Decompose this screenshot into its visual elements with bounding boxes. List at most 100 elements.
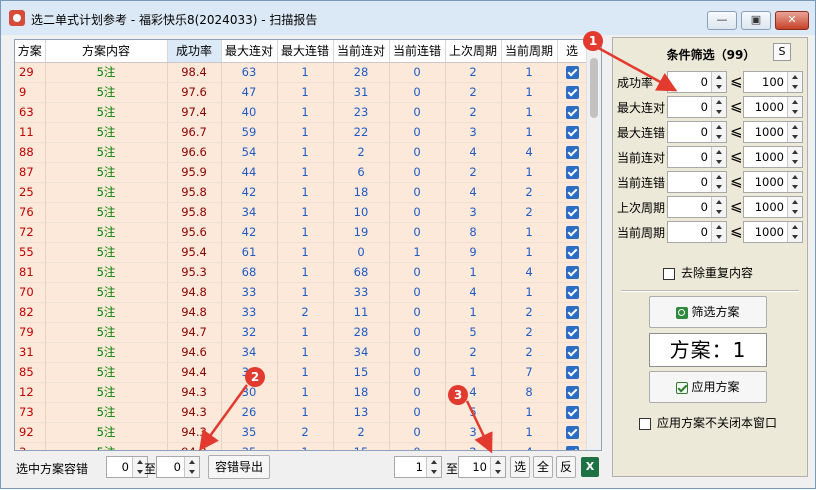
spin-arrows-icon[interactable] (711, 172, 726, 192)
table-row[interactable]: 25 5注 95.8 42 1 18 0 4 2 (15, 182, 588, 203)
column-header[interactable]: 当前连对 (333, 40, 390, 63)
row-select-checkbox[interactable] (557, 62, 588, 83)
column-header[interactable]: 最大连对 (221, 40, 278, 63)
checkbox-icon[interactable] (663, 267, 675, 280)
row-select-checkbox[interactable] (557, 122, 588, 143)
spin-arrows-icon[interactable] (184, 457, 199, 477)
checkbox-checked-icon[interactable] (565, 406, 579, 419)
filter-min-stepper[interactable]: 0 (667, 96, 727, 118)
row-select-checkbox[interactable] (557, 242, 588, 263)
filter-max-stepper[interactable]: 1000 (743, 221, 803, 243)
table-row[interactable]: 87 5注 95.9 44 1 6 0 2 1 (15, 162, 588, 183)
filter-min-stepper[interactable]: 0 (667, 196, 727, 218)
export-tolerance-button[interactable]: 容错导出 (208, 455, 270, 479)
filter-min-stepper[interactable]: 0 (667, 71, 727, 93)
checkbox-icon[interactable] (639, 417, 651, 430)
row-select-checkbox[interactable] (557, 302, 588, 323)
row-select-checkbox[interactable] (557, 422, 588, 443)
checkbox-checked-icon[interactable] (565, 226, 579, 239)
table-row[interactable]: 35注94.235115024 (15, 442, 588, 450)
checkbox-checked-icon[interactable] (565, 86, 579, 99)
table-row[interactable]: 88 5注 96.6 54 1 2 0 4 4 (15, 142, 588, 163)
select-button[interactable]: 选 (510, 456, 530, 478)
table-row[interactable]: 855注94.434115017 (15, 362, 588, 383)
checkbox-checked-icon[interactable] (565, 66, 579, 79)
range-from-stepper[interactable]: 1 (394, 456, 442, 478)
filter-max-stepper[interactable]: 1000 (743, 171, 803, 193)
row-select-checkbox[interactable] (557, 222, 588, 243)
title-bar[interactable]: 选二单式计划参考 - 福彩快乐8(2024033) - 扫描报告 — ▣ ✕ (1, 1, 815, 35)
column-header[interactable]: 方案 (15, 40, 46, 63)
checkbox-checked-icon[interactable] (565, 326, 579, 339)
table-row[interactable]: 12 5注 94.3 30 1 18 0 4 8 (15, 382, 588, 403)
checkbox-checked-icon[interactable] (565, 446, 579, 450)
spin-arrows-icon[interactable] (711, 222, 726, 242)
table-row[interactable]: 31 5注 94.6 34 1 34 0 2 2 (15, 342, 588, 363)
filter-max-stepper[interactable]: 1000 (743, 96, 803, 118)
checkbox-checked-icon[interactable] (565, 366, 579, 379)
checkbox-checked-icon[interactable] (565, 426, 579, 439)
checkbox-checked-icon[interactable] (565, 266, 579, 279)
dedupe-checkbox[interactable]: 去除重复内容 (663, 264, 753, 281)
checkbox-checked-icon[interactable] (565, 106, 579, 119)
invert-selection-button[interactable]: 反 (556, 456, 576, 478)
column-header[interactable]: 方案内容 (45, 40, 168, 63)
table-row[interactable]: 9 5注 97.6 47 1 31 0 2 1 (15, 82, 588, 103)
spin-arrows-icon[interactable] (426, 457, 441, 477)
checkbox-checked-icon[interactable] (565, 126, 579, 139)
checkbox-checked-icon[interactable] (565, 346, 579, 359)
table-row[interactable]: 72 5注 95.6 42 1 19 0 8 1 (15, 222, 588, 243)
filter-min-stepper[interactable]: 0 (667, 221, 727, 243)
tolerance-to-stepper[interactable]: 0 (156, 456, 200, 478)
row-select-checkbox[interactable] (557, 142, 588, 163)
table-row[interactable]: 79 5注 94.7 32 1 28 0 5 2 (15, 322, 588, 343)
table-row[interactable]: 63 5注 97.4 40 1 23 0 2 1 (15, 102, 588, 123)
checkbox-checked-icon[interactable] (565, 246, 579, 259)
column-header[interactable]: 当前周期 (501, 40, 558, 63)
spin-arrows-icon[interactable] (711, 72, 726, 92)
table-row[interactable]: 82 5注 94.8 33 2 11 0 1 2 (15, 302, 588, 323)
row-select-checkbox[interactable] (557, 322, 588, 343)
column-header[interactable]: 上次周期 (445, 40, 502, 63)
filter-max-stepper[interactable]: 1000 (743, 196, 803, 218)
minimize-button[interactable]: — (707, 11, 737, 30)
column-header[interactable]: 最大连错 (277, 40, 334, 63)
row-select-checkbox[interactable] (557, 282, 588, 303)
checkbox-checked-icon[interactable] (565, 306, 579, 319)
row-select-checkbox[interactable] (557, 202, 588, 223)
row-select-checkbox[interactable] (557, 442, 588, 450)
table-row[interactable]: 70 5注 94.8 33 1 33 0 4 1 (15, 282, 588, 303)
spin-arrows-icon[interactable] (787, 122, 802, 142)
filter-max-stepper[interactable]: 100 (743, 71, 803, 93)
table-row[interactable]: 81 5注 95.3 68 1 68 0 1 4 (15, 262, 588, 283)
spin-arrows-icon[interactable] (787, 222, 802, 242)
row-select-checkbox[interactable] (557, 82, 588, 103)
table-row[interactable]: 55 5注 95.4 61 1 0 1 9 1 (15, 242, 588, 263)
scrollbar-thumb[interactable] (590, 58, 598, 118)
filter-min-stepper[interactable]: 0 (667, 171, 727, 193)
spin-arrows-icon[interactable] (490, 457, 505, 477)
s-button[interactable]: S (773, 43, 791, 61)
range-to-stepper[interactable]: 10 (458, 456, 506, 478)
column-header[interactable]: 成功率 (167, 40, 222, 63)
column-header[interactable]: 当前连错 (389, 40, 446, 63)
checkbox-checked-icon[interactable] (565, 186, 579, 199)
select-all-button[interactable]: 全 (533, 456, 553, 478)
keep-open-checkbox[interactable]: 应用方案不关闭本窗口 (639, 414, 777, 431)
filter-min-stepper[interactable]: 0 (667, 146, 727, 168)
filter-min-stepper[interactable]: 0 (667, 121, 727, 143)
spin-arrows-icon[interactable] (787, 147, 802, 167)
filter-max-stepper[interactable]: 1000 (743, 146, 803, 168)
spin-arrows-icon[interactable] (787, 197, 802, 217)
filter-plans-button[interactable]: 筛选方案 (649, 296, 767, 328)
filter-max-stepper[interactable]: 1000 (743, 121, 803, 143)
table-row[interactable]: 11 5注 96.7 59 1 22 0 3 1 (15, 122, 588, 143)
row-select-checkbox[interactable] (557, 262, 588, 283)
close-button[interactable]: ✕ (775, 11, 809, 30)
row-select-checkbox[interactable] (557, 342, 588, 363)
table-row[interactable]: 73 5注 94.3 26 1 13 0 5 1 (15, 402, 588, 423)
spin-arrows-icon[interactable] (711, 147, 726, 167)
row-select-checkbox[interactable] (557, 402, 588, 423)
spin-arrows-icon[interactable] (711, 97, 726, 117)
checkbox-checked-icon[interactable] (565, 206, 579, 219)
